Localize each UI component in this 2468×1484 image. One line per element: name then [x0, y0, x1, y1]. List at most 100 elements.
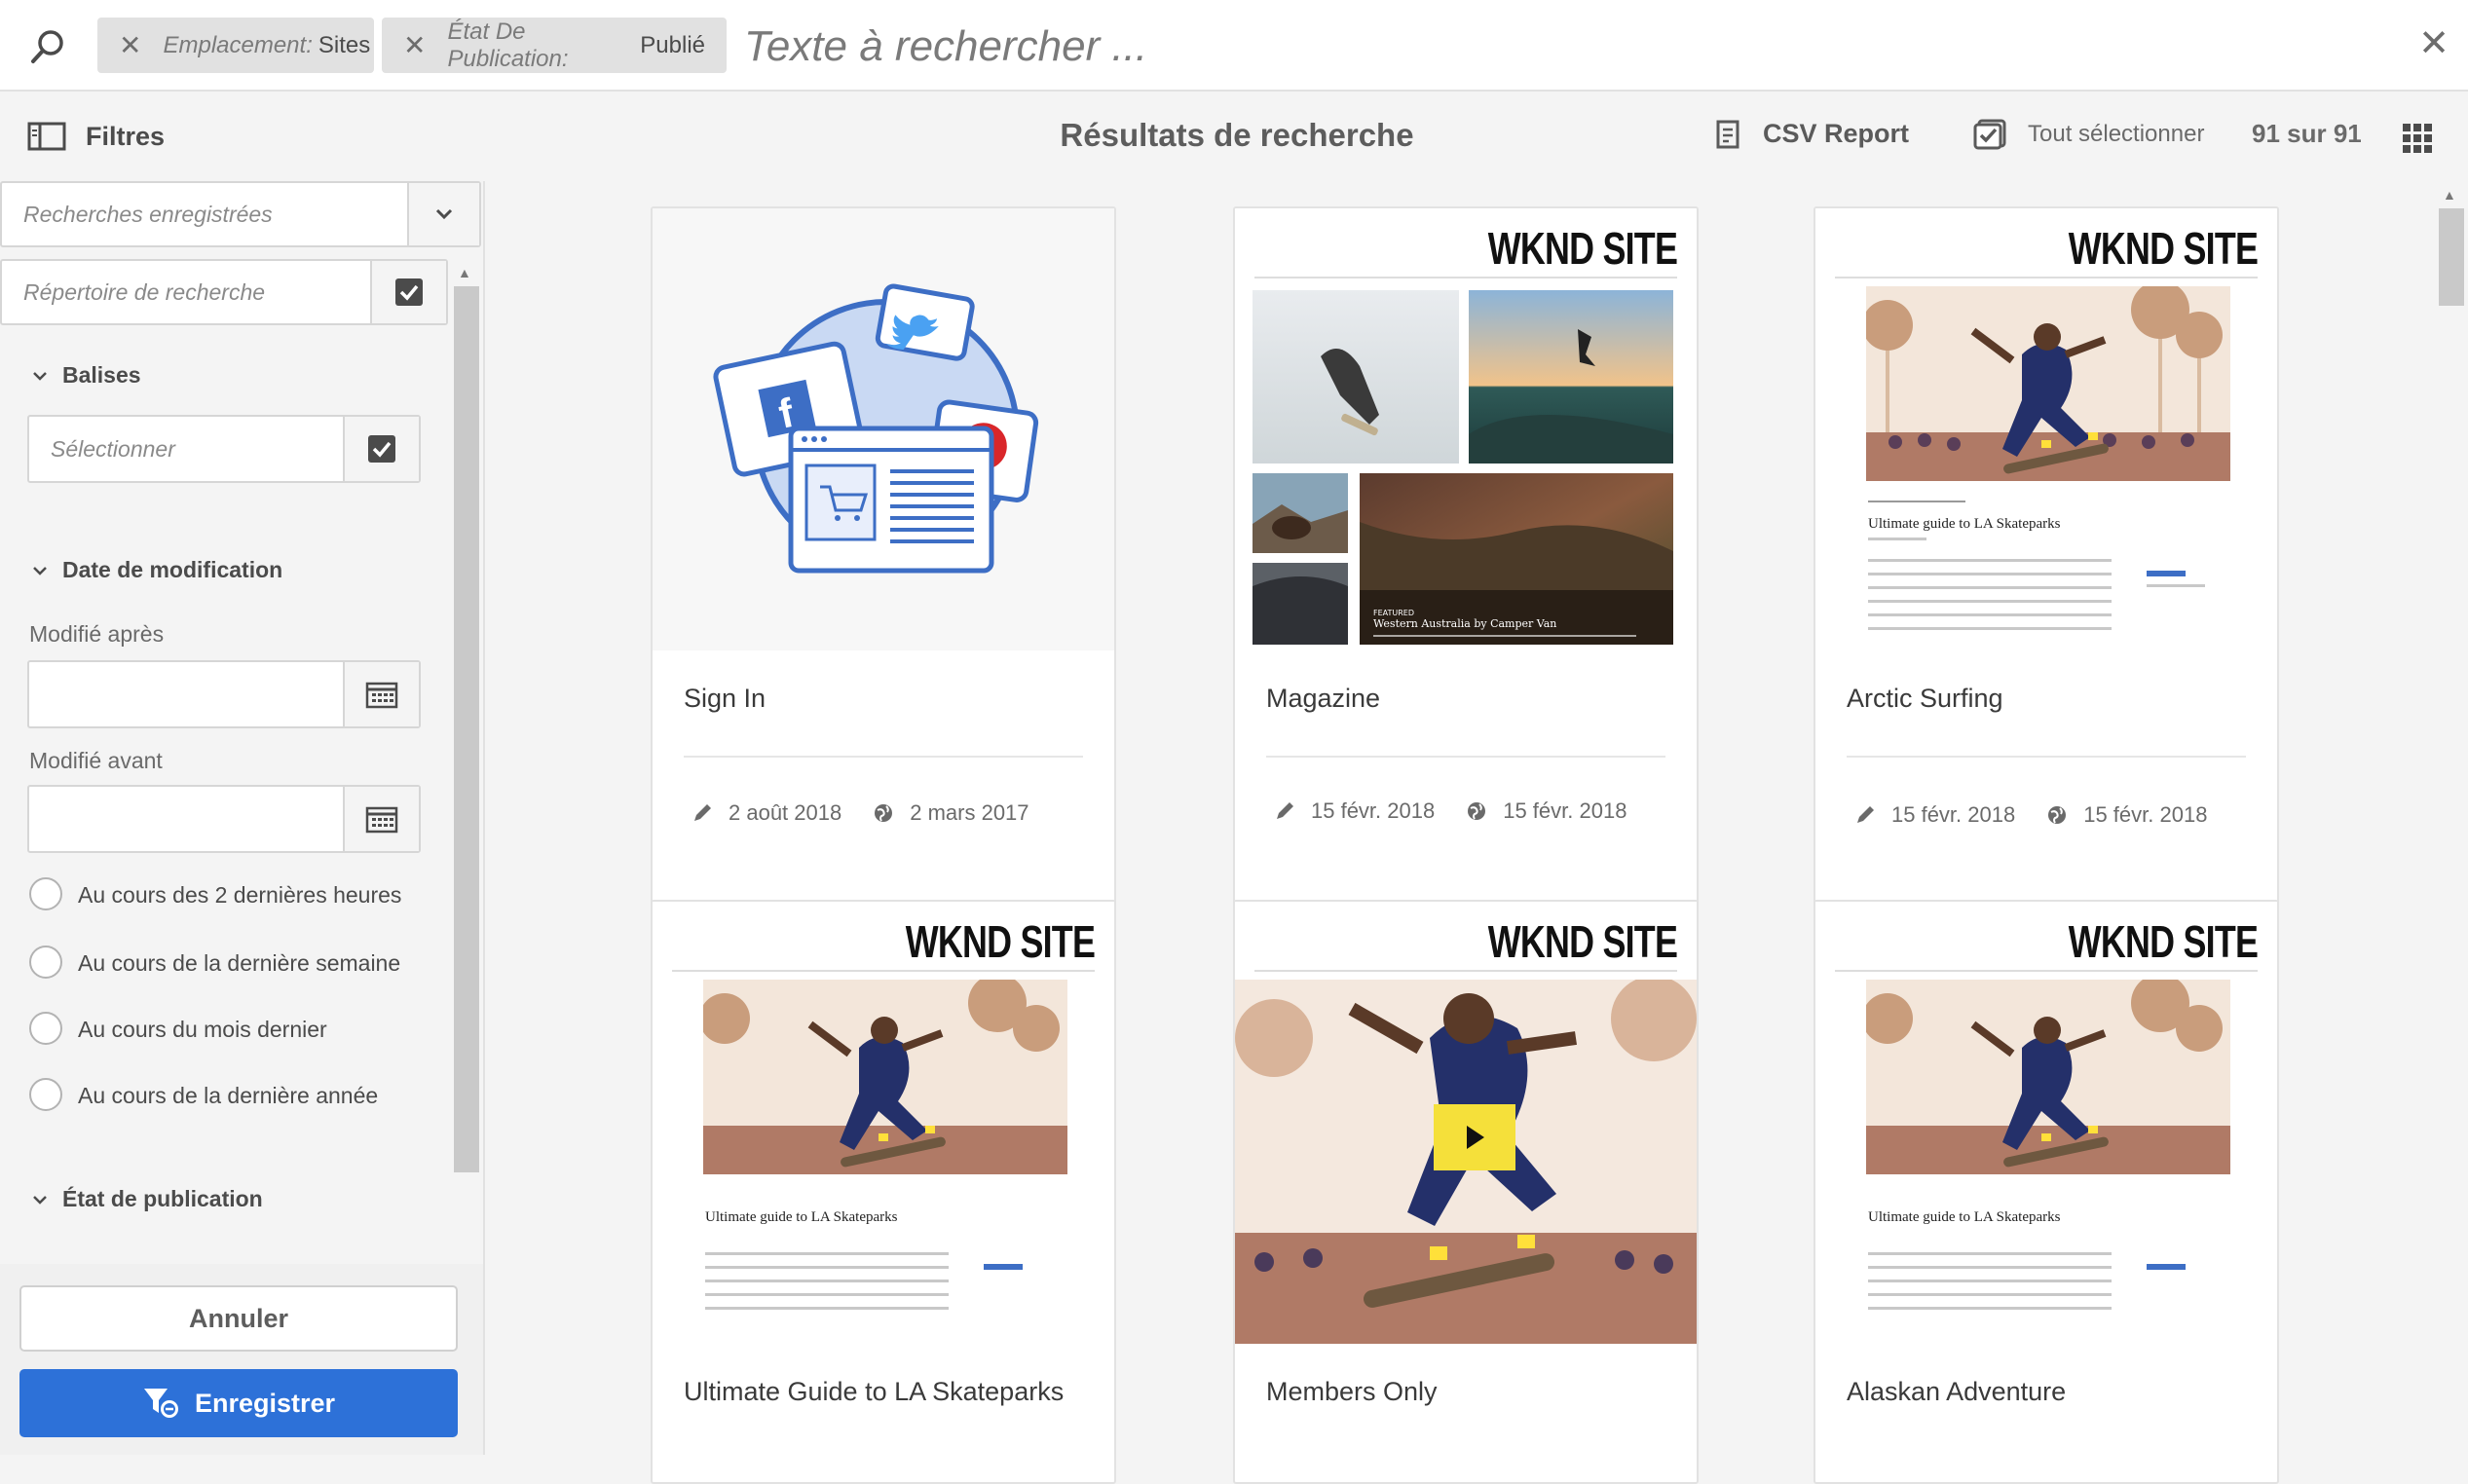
- calendar-icon[interactable]: [343, 787, 419, 851]
- text-line: [1868, 1280, 2112, 1282]
- text-line: [1868, 1252, 2112, 1255]
- modified-before-label: Modifié avant: [29, 748, 163, 773]
- globe-icon: [2048, 806, 2067, 824]
- csv-report-button[interactable]: CSV Report: [1716, 119, 1909, 149]
- publish-status-section-header[interactable]: État de publication: [31, 1186, 263, 1212]
- text-line: [1868, 613, 2112, 616]
- magazine-collage: FEATURED Western Australia by Camper Van: [1253, 290, 1673, 645]
- article-title: Ultimate guide to LA Skateparks: [705, 1209, 898, 1225]
- text-line: [1868, 573, 2112, 575]
- skater-image: [703, 980, 1067, 1174]
- brand-logo: WKND SITE: [1487, 916, 1678, 967]
- card-thumbnail: WKND SITE: [1235, 208, 1697, 650]
- text-line: [2147, 584, 2205, 587]
- scroll-up-icon[interactable]: ▲: [458, 265, 471, 280]
- search-bar: ✕ Emplacement: Sites ✕ État De Publicati…: [0, 0, 2468, 92]
- results-scrollbar[interactable]: [2435, 181, 2468, 1455]
- result-card[interactable]: WKND SITE Ultimate guide to LA Skatepark…: [1814, 900, 2279, 1484]
- tags-section-header[interactable]: Balises: [31, 362, 141, 389]
- select-all-button[interactable]: Tout sélectionner: [1973, 119, 2204, 150]
- radio-last-year[interactable]: Au cours de la dernière année: [29, 1078, 429, 1114]
- brand-logo: WKND SITE: [1487, 223, 1678, 274]
- filter-tag-location[interactable]: ✕ Emplacement: Sites: [97, 18, 374, 73]
- toolbar: Filtres Résultats de recherche CSV Repor…: [0, 92, 2468, 181]
- text-line: [705, 1280, 949, 1282]
- radio-last-week[interactable]: Au cours de la dernière semaine: [29, 946, 429, 982]
- check-button-icon[interactable]: [343, 417, 419, 481]
- tags-picker-field[interactable]: Sélectionner: [27, 415, 421, 483]
- divider: [1835, 277, 2258, 278]
- text-line: [1868, 627, 2112, 630]
- csv-report-label: CSV Report: [1763, 119, 1910, 148]
- share-buttons: [2147, 571, 2186, 576]
- card-title: Arctic Surfing: [1847, 684, 2003, 713]
- radio-last-month[interactable]: Au cours du mois dernier: [29, 1012, 429, 1048]
- grid-view-icon[interactable]: [2402, 123, 2433, 159]
- modified-before-datepicker[interactable]: [27, 785, 421, 853]
- play-button[interactable]: [1434, 1104, 1515, 1170]
- text-line: [1868, 1293, 2112, 1296]
- filters-sidebar: Recherches enregistrées Répertoire de re…: [0, 181, 485, 1455]
- remove-tag-icon[interactable]: ✕: [119, 29, 141, 61]
- cancel-button[interactable]: Annuler: [19, 1285, 458, 1352]
- saved-searches-select[interactable]: Recherches enregistrées: [0, 181, 481, 247]
- pencil-icon: [1857, 806, 1874, 823]
- share-buttons: [2147, 1264, 2186, 1270]
- save-search-button[interactable]: Enregistrer: [19, 1369, 458, 1437]
- result-card[interactable]: WKND SITE Members Only: [1233, 900, 1699, 1484]
- filters-toggle-button[interactable]: Filtres: [27, 117, 165, 156]
- card-title: Alaskan Adventure: [1847, 1377, 2067, 1406]
- search-icon[interactable]: [29, 27, 68, 66]
- card-meta: 2 août 2018 2 mars 2017: [692, 800, 1061, 826]
- result-card[interactable]: WKND SITE Ultimate guide to LA Skatepark…: [651, 900, 1116, 1484]
- card-title: Magazine: [1266, 684, 1381, 713]
- search-directory-field[interactable]: Répertoire de recherche: [0, 259, 448, 325]
- radio-button[interactable]: [29, 877, 62, 910]
- text-line: [1868, 538, 1926, 540]
- card-thumbnail: WKND SITE Ultimate guide to LA Skatepark…: [653, 902, 1114, 1344]
- brand-logo: WKND SITE: [905, 916, 1096, 967]
- check-button-icon[interactable]: [370, 261, 446, 323]
- calendar-icon[interactable]: [343, 662, 419, 726]
- card-thumbnail: WKND SITE Ultimate guide to LA Skatepark…: [1815, 902, 2277, 1344]
- divider: [1266, 756, 1665, 758]
- share-buttons: [984, 1264, 1023, 1270]
- filter-tag-publish-status[interactable]: ✕ État De Publication: Publié: [382, 18, 727, 73]
- text-line: [1868, 501, 1965, 502]
- result-count: 91 sur 91: [2252, 119, 2362, 148]
- divider: [684, 756, 1083, 758]
- text-line: [705, 1252, 949, 1255]
- scroll-up-icon[interactable]: ▲: [2443, 187, 2456, 203]
- radio-last-2-hours[interactable]: Au cours des 2 dernières heures: [29, 877, 429, 913]
- close-icon[interactable]: ✕: [2413, 23, 2454, 64]
- sidebar-scroll-thumb[interactable]: [454, 286, 479, 1172]
- pencil-icon: [694, 804, 711, 821]
- article-title: Ultimate guide to LA Skateparks: [1868, 516, 2061, 532]
- text-line: [1868, 600, 2112, 603]
- modified-date-section-header[interactable]: Date de modification: [31, 557, 282, 583]
- globe-icon: [875, 804, 893, 822]
- results-scroll-thumb[interactable]: [2439, 208, 2464, 306]
- results-grid: f Sign In 2 août 2018 2 mars 2017 WKND S…: [487, 181, 2435, 1484]
- brand-logo: WKND SITE: [2068, 223, 2259, 274]
- divider: [672, 970, 1095, 972]
- radio-button[interactable]: [29, 1078, 62, 1111]
- radio-button[interactable]: [29, 1012, 62, 1045]
- remove-tag-icon[interactable]: ✕: [403, 29, 426, 61]
- chevron-down-icon: [33, 371, 47, 381]
- report-icon: [1716, 120, 1739, 148]
- card-thumbnail: WKND SITE: [1235, 902, 1697, 1344]
- chevron-down-icon: [33, 566, 47, 575]
- social-pages-illustration: f: [713, 283, 1039, 574]
- chevron-down-icon[interactable]: [407, 183, 479, 245]
- feature-title: Western Australia by Camper Van: [1373, 617, 1556, 630]
- card-meta: 15 févr. 2018 15 févr. 2018: [1274, 798, 1658, 824]
- modified-after-datepicker[interactable]: [27, 660, 421, 728]
- radio-button[interactable]: [29, 946, 62, 979]
- search-input[interactable]: [744, 18, 2302, 76]
- text-line: [705, 1293, 949, 1296]
- card-title: Ultimate Guide to LA Skateparks: [684, 1377, 1065, 1406]
- checkbox-icon: [1973, 119, 2006, 150]
- skater-image: [1866, 980, 2230, 1174]
- filters-label: Filtres: [86, 121, 166, 151]
